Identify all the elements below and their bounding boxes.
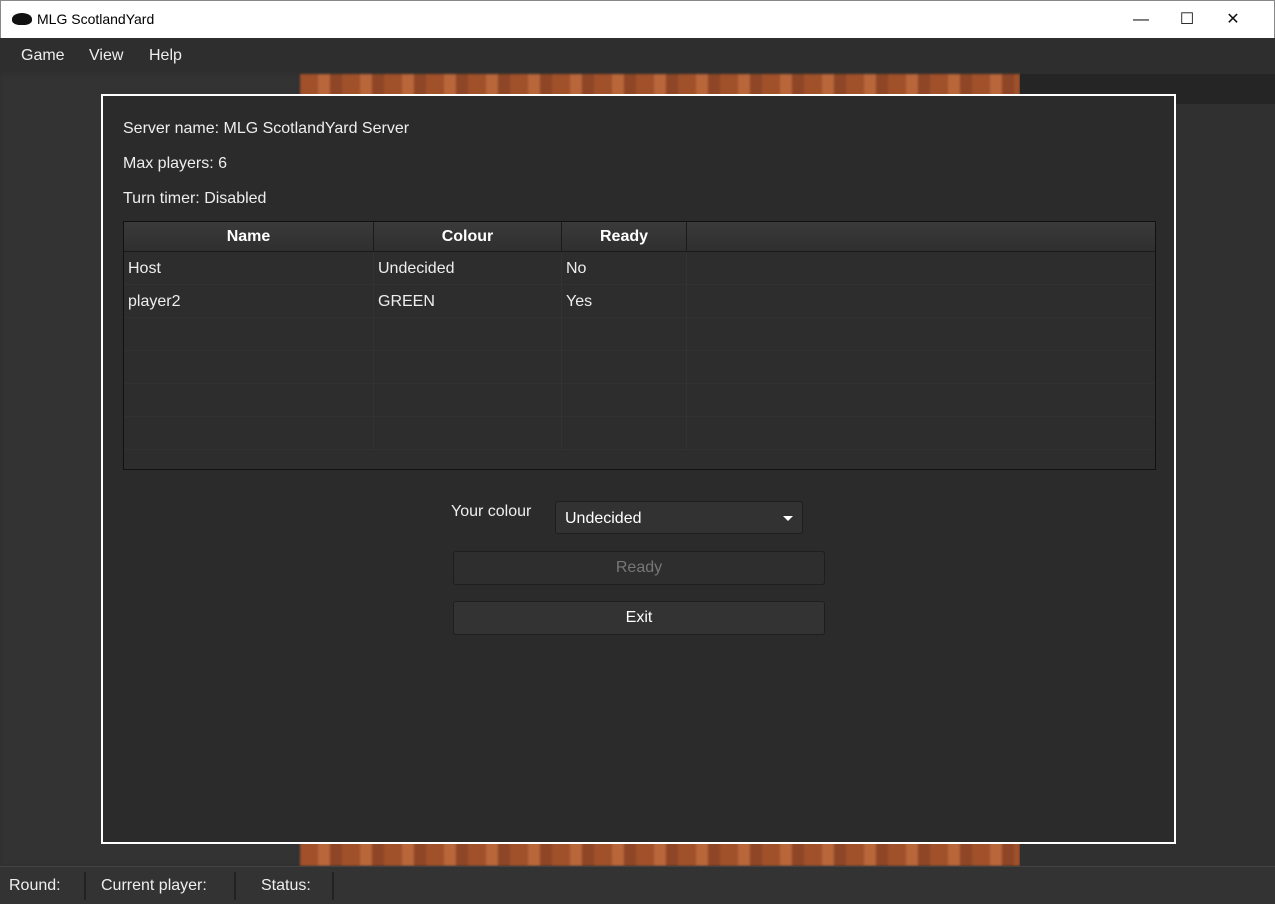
cell-name: Host (124, 252, 374, 284)
empty-row (124, 351, 1155, 384)
empty-row (124, 318, 1155, 351)
server-name: Server name: MLG ScotlandYard Server (123, 120, 410, 137)
status-bar: Round: Current player: Status: (0, 866, 1275, 904)
colour-label: Your colour (451, 503, 532, 520)
title-bar: MLG ScotlandYard — ☐ ✕ (0, 0, 1275, 38)
empty-row (124, 417, 1155, 450)
ready-button[interactable]: Ready (453, 551, 825, 585)
chevron-down-icon (783, 516, 793, 521)
hat-icon (12, 13, 32, 25)
cell-colour: GREEN (374, 285, 562, 317)
current-player-label: Current player: (101, 877, 207, 894)
menu-view[interactable]: View (89, 47, 123, 65)
cell-name: player2 (124, 285, 374, 317)
window-title: MLG ScotlandYard (37, 11, 155, 27)
max-players: Max players: 6 (123, 155, 228, 172)
players-table: Name Colour Ready Host Undecided No play… (123, 221, 1156, 470)
colour-select-value: Undecided (565, 510, 642, 527)
minimize-button[interactable]: — (1118, 1, 1164, 39)
cell-ready: No (562, 252, 687, 284)
maximize-button[interactable]: ☐ (1164, 1, 1210, 39)
header-name[interactable]: Name (124, 222, 374, 251)
menu-bar: Game View Help (0, 38, 1275, 74)
menu-help[interactable]: Help (149, 47, 182, 65)
lobby-dialog: Server name: MLG ScotlandYard Server Max… (101, 94, 1176, 844)
close-button[interactable]: ✕ (1210, 1, 1256, 39)
table-row[interactable]: player2 GREEN Yes (124, 285, 1155, 318)
round-label: Round: (9, 877, 61, 894)
header-ready[interactable]: Ready (562, 222, 687, 251)
menu-game[interactable]: Game (21, 47, 65, 65)
empty-row (124, 384, 1155, 417)
turn-timer: Turn timer: Disabled (123, 190, 267, 207)
cell-ready: Yes (562, 285, 687, 317)
table-row[interactable]: Host Undecided No (124, 252, 1155, 285)
status-label: Status: (261, 877, 311, 894)
colour-select[interactable]: Undecided (555, 501, 803, 534)
header-colour[interactable]: Colour (374, 222, 562, 251)
cell-colour: Undecided (374, 252, 562, 284)
exit-button[interactable]: Exit (453, 601, 825, 635)
